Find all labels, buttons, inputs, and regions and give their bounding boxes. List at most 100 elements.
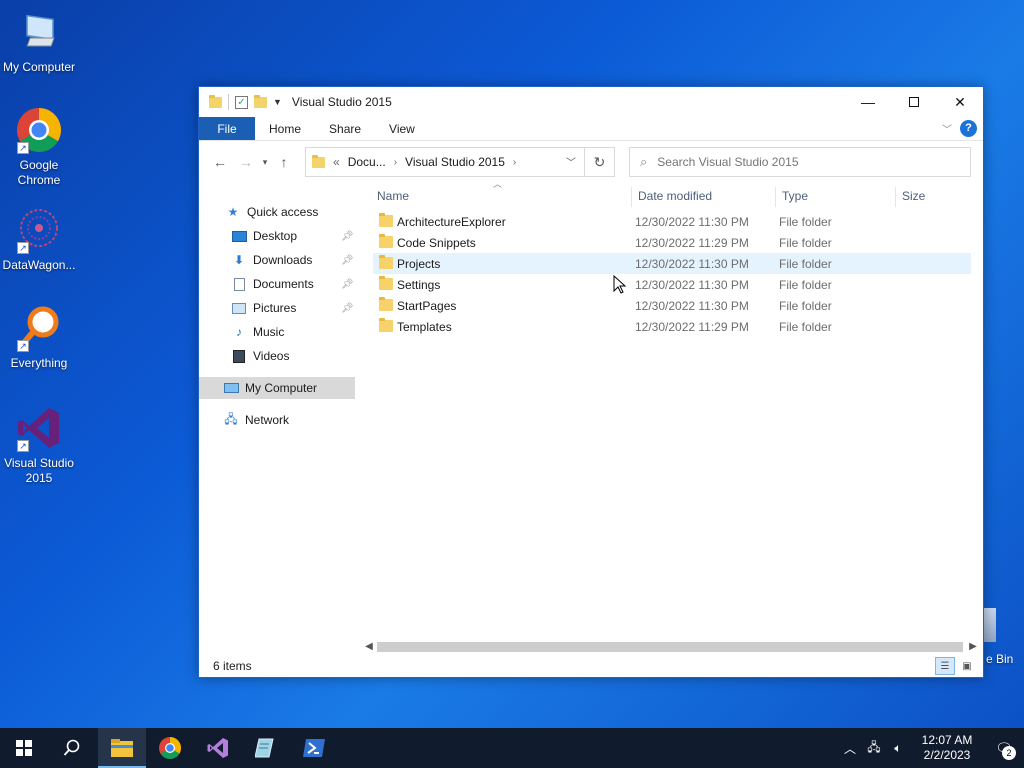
nav-label: Documents bbox=[253, 277, 314, 291]
breadcrumb-chevron-icon[interactable]: › bbox=[394, 157, 397, 168]
tab-home[interactable]: Home bbox=[255, 117, 315, 140]
scroll-right-icon[interactable]: ▶ bbox=[965, 639, 981, 655]
details-view-button[interactable]: ☰ bbox=[935, 657, 955, 675]
taskbar-notepad-app[interactable] bbox=[242, 728, 290, 768]
address-root-marker[interactable]: « bbox=[333, 155, 340, 169]
scroll-left-icon[interactable]: ◀ bbox=[361, 639, 377, 655]
column-header-name[interactable]: Name bbox=[377, 183, 409, 209]
nav-label: Quick access bbox=[247, 205, 319, 219]
recycle-bin-icon[interactable] bbox=[982, 608, 996, 642]
taskbar-file-explorer[interactable] bbox=[98, 728, 146, 768]
column-header-size[interactable]: Size bbox=[902, 183, 925, 209]
breadcrumb-visual-studio-2015[interactable]: Visual Studio 2015 bbox=[405, 155, 505, 169]
network-status-icon[interactable]: 🖧︎ bbox=[862, 738, 886, 759]
desktop-icon-datawagon[interactable]: ↗ DataWagon... bbox=[0, 206, 78, 273]
pin-icon[interactable]: 📌︎ bbox=[341, 279, 354, 290]
file-date: 12/30/2022 11:30 PM bbox=[635, 214, 749, 229]
scrollbar-thumb[interactable] bbox=[377, 642, 963, 652]
powershell-icon bbox=[303, 739, 325, 757]
clock-time: 12:07 AM bbox=[921, 733, 973, 747]
column-divider[interactable] bbox=[895, 187, 896, 207]
nav-label: Pictures bbox=[253, 301, 297, 315]
taskbar-visual-studio[interactable] bbox=[194, 728, 242, 768]
file-name: Settings bbox=[397, 277, 441, 292]
file-row[interactable]: ArchitectureExplorer 12/30/2022 11:30 PM… bbox=[373, 211, 971, 232]
expand-ribbon-chevron-icon[interactable]: ﹀ bbox=[942, 121, 952, 136]
tab-file[interactable]: File bbox=[199, 117, 255, 140]
file-type: File folder bbox=[779, 235, 832, 250]
properties-check-icon[interactable]: ✓ bbox=[235, 95, 248, 109]
help-icon[interactable]: ? bbox=[960, 120, 977, 137]
desktop-icon-visual-studio[interactable]: ↗ Visual Studio 2015 bbox=[0, 404, 78, 486]
notepad-icon bbox=[255, 738, 274, 758]
address-bar[interactable]: « Docu... › Visual Studio 2015 › ﹀ ↻ bbox=[305, 147, 615, 177]
maximize-icon bbox=[909, 97, 919, 107]
folder-icon bbox=[379, 234, 393, 248]
shortcut-arrow-icon: ↗ bbox=[17, 340, 29, 352]
toolbar-divider bbox=[228, 94, 229, 110]
pin-icon[interactable]: 📌︎ bbox=[341, 303, 354, 314]
clock[interactable]: 12:07 AM 2/2/2023 bbox=[910, 733, 984, 763]
ribbon-tabs: File Home Share View ﹀ ? bbox=[199, 117, 983, 141]
nav-network[interactable]: 🖧︎ Network bbox=[223, 409, 289, 431]
file-name: Code Snippets bbox=[397, 235, 476, 250]
column-header-type[interactable]: Type bbox=[782, 183, 808, 209]
breadcrumb-chevron-icon[interactable]: › bbox=[513, 157, 516, 168]
horizontal-scrollbar[interactable]: ◀ ▶ bbox=[361, 639, 981, 655]
desktop-icon-google-chrome[interactable]: ↗ Google Chrome bbox=[0, 106, 78, 188]
nav-downloads[interactable]: ⬇ Downloads 📌︎ bbox=[231, 249, 355, 271]
column-header-date-modified[interactable]: Date modified bbox=[638, 183, 712, 209]
system-tray: ︿ 🖧︎ 🔈︎ 12:07 AM 2/2/2023 🗨︎ 2 bbox=[838, 728, 1024, 768]
nav-label: Videos bbox=[253, 349, 290, 363]
search-box[interactable]: ⌕ bbox=[629, 147, 971, 177]
nav-desktop[interactable]: Desktop 📌︎ bbox=[231, 225, 355, 247]
folder-icon bbox=[379, 297, 393, 311]
nav-quick-access[interactable]: ★ Quick access bbox=[225, 201, 319, 223]
file-date: 12/30/2022 11:30 PM bbox=[635, 256, 749, 271]
file-row[interactable]: Templates 12/30/2022 11:29 PM File folde… bbox=[373, 316, 971, 337]
file-row[interactable]: Code Snippets 12/30/2022 11:29 PM File f… bbox=[373, 232, 971, 253]
desktop-icon-everything[interactable]: ↗ Everything bbox=[0, 304, 78, 371]
nav-pictures[interactable]: Pictures 📌︎ bbox=[231, 297, 355, 319]
taskbar-search-button[interactable] bbox=[48, 728, 96, 768]
column-divider[interactable] bbox=[631, 187, 632, 207]
pin-icon[interactable]: 📌︎ bbox=[341, 255, 354, 266]
recent-locations-chevron-icon[interactable]: ▾ bbox=[257, 157, 273, 168]
taskbar-chrome[interactable] bbox=[146, 728, 194, 768]
column-divider[interactable] bbox=[775, 187, 776, 207]
file-row-hovered[interactable]: Projects 12/30/2022 11:30 PM File folder bbox=[373, 253, 971, 274]
address-dropdown-icon[interactable]: ﹀ bbox=[566, 154, 576, 169]
desktop-icon-my-computer[interactable]: My Computer bbox=[0, 8, 78, 75]
forward-arrow-icon[interactable]: → bbox=[235, 154, 257, 170]
tab-view[interactable]: View bbox=[375, 117, 429, 140]
nav-my-computer[interactable]: My Computer bbox=[199, 377, 355, 399]
title-bar[interactable]: ✓ ▼ Visual Studio 2015 — ✕ bbox=[199, 87, 983, 117]
maximize-button[interactable] bbox=[891, 87, 937, 117]
action-center-button[interactable]: 🗨︎ 2 bbox=[984, 728, 1024, 768]
tab-share[interactable]: Share bbox=[315, 117, 375, 140]
file-row[interactable]: StartPages 12/30/2022 11:30 PM File fold… bbox=[373, 295, 971, 316]
customize-toolbar-dropdown-icon[interactable]: ▼ bbox=[273, 97, 282, 107]
refresh-icon[interactable]: ↻ bbox=[584, 148, 614, 176]
nav-documents[interactable]: Documents 📌︎ bbox=[231, 273, 355, 295]
file-type: File folder bbox=[779, 319, 832, 334]
pin-icon[interactable]: 📌︎ bbox=[341, 231, 354, 242]
nav-videos[interactable]: Videos bbox=[231, 345, 289, 367]
volume-icon[interactable]: 🔈︎ bbox=[886, 741, 910, 756]
new-folder-icon[interactable] bbox=[254, 94, 267, 108]
up-arrow-icon[interactable]: ↑ bbox=[273, 154, 295, 170]
windows-logo-icon bbox=[16, 740, 32, 756]
minimize-button[interactable]: — bbox=[845, 87, 891, 117]
nav-music[interactable]: ♪ Music bbox=[231, 321, 284, 343]
show-hidden-icons-chevron-icon[interactable]: ︿ bbox=[838, 740, 862, 757]
file-explorer-icon bbox=[111, 739, 133, 757]
file-row[interactable]: Settings 12/30/2022 11:30 PM File folder bbox=[373, 274, 971, 295]
close-button[interactable]: ✕ bbox=[937, 87, 983, 117]
back-arrow-icon[interactable]: ← bbox=[209, 154, 231, 170]
large-icons-view-button[interactable]: ▣ bbox=[957, 657, 977, 675]
taskbar-powershell[interactable] bbox=[290, 728, 338, 768]
start-button[interactable] bbox=[0, 728, 48, 768]
search-input[interactable] bbox=[657, 155, 938, 169]
breadcrumb-documents[interactable]: Docu... bbox=[348, 155, 386, 169]
folder-icon bbox=[379, 213, 393, 227]
